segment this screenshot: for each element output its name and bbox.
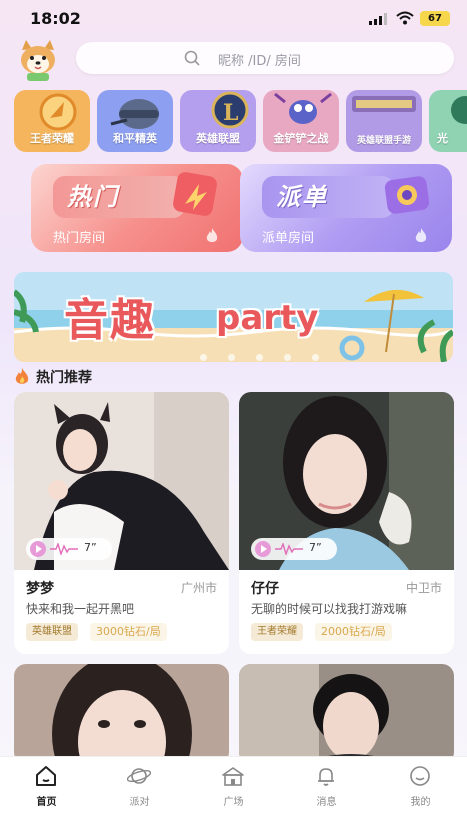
page-dot[interactable] <box>228 354 235 361</box>
smile-icon <box>410 766 430 786</box>
search-placeholder: 昵称 /ID/ 房间 <box>218 54 301 69</box>
voice-duration: 7” <box>309 541 322 554</box>
banner-title-cn: 音趣 <box>64 295 156 346</box>
banner-title-en: party <box>216 298 319 338</box>
voice-intro-button[interactable]: 7” <box>251 538 337 560</box>
dispatch-title: 派单 <box>262 176 394 218</box>
game-tile-guang[interactable]: 光 <box>429 90 467 152</box>
tab-label: 广场 <box>223 797 244 808</box>
profile-signature: 快来和我一起开黑吧 <box>26 602 135 616</box>
search-bar[interactable]: 昵称 /ID/ 房间 <box>76 42 454 74</box>
battery-icon: 67 <box>420 11 450 26</box>
banner-pagination <box>200 346 340 361</box>
status-bar: 18:02 67 <box>0 0 467 38</box>
profile-card[interactable] <box>14 664 229 764</box>
planet-icon <box>127 768 151 784</box>
profile-card[interactable]: 7” 梦梦 广州市 快来和我一起开黑吧 英雄联盟 3000钻石/局 <box>14 392 229 654</box>
play-icon <box>255 541 271 557</box>
profile-card[interactable]: 7” 仔仔 中卫市 无聊的时候可以找我打游戏嘛 王者荣耀 2000钻石/局 <box>239 392 454 654</box>
game-tile-lolm[interactable]: 英雄联盟手游 <box>346 90 422 152</box>
game-label: 英雄联盟 <box>196 132 240 145</box>
mascot-avatar[interactable] <box>14 40 62 82</box>
game-tag: 王者荣耀 <box>251 623 303 641</box>
game-tile-wzry[interactable]: 王者荣耀 <box>14 90 90 152</box>
bottom-tab-bar: 首页 派对 广场 消息 我的 <box>0 756 467 816</box>
home-icon <box>36 766 56 786</box>
play-icon <box>30 541 46 557</box>
fire-icon <box>15 368 29 384</box>
game-label: 金铲铲之战 <box>273 132 329 145</box>
tab-label: 消息 <box>316 797 337 808</box>
profile-city: 广州市 <box>180 581 217 595</box>
profile-photo <box>239 664 454 764</box>
camera-badge-icon <box>384 176 430 214</box>
bell-icon <box>318 768 334 786</box>
game-tile-jcc[interactable]: 金铲铲之战 <box>263 90 339 152</box>
game-label: 王者荣耀 <box>30 132 74 145</box>
page-dot[interactable] <box>284 354 291 361</box>
search-icon <box>184 50 200 66</box>
status-time: 18:02 <box>30 9 81 28</box>
tab-label: 派对 <box>129 797 150 808</box>
page-dot[interactable] <box>312 354 319 361</box>
hot-title: 热门 <box>53 176 185 218</box>
page-dot[interactable] <box>256 354 263 361</box>
game-category-row: 王者荣耀 和平精英 L 英雄联盟 金铲铲之战 英雄联盟手游 光 <box>14 90 467 156</box>
flame-icon <box>206 228 218 242</box>
tab-label: 我的 <box>410 797 431 808</box>
game-label: 光 <box>437 132 448 145</box>
profile-name: 梦梦 <box>26 581 54 597</box>
voice-duration: 7” <box>84 541 97 554</box>
price-tag: 2000钻石/局 <box>315 623 392 641</box>
hot-badge-icon <box>173 172 217 216</box>
tab-messages[interactable]: 消息 <box>280 757 373 816</box>
signal-icon <box>369 13 387 25</box>
waveform-icon <box>275 543 303 555</box>
profile-card[interactable] <box>239 664 454 764</box>
hot-rooms-card[interactable]: 热门 热门房间 <box>31 164 243 252</box>
game-label: 和平精英 <box>113 132 157 145</box>
tab-plaza[interactable]: 广场 <box>187 757 280 816</box>
game-tile-lol[interactable]: L 英雄联盟 <box>180 90 256 152</box>
tab-party[interactable]: 派对 <box>93 757 186 816</box>
wifi-icon <box>396 11 414 25</box>
game-tag: 英雄联盟 <box>26 623 78 641</box>
svg-text:L: L <box>223 100 238 126</box>
plaza-icon <box>222 767 244 786</box>
profile-name: 仔仔 <box>251 581 279 597</box>
section-title: 热门推荐 <box>36 370 92 386</box>
profile-city: 中卫市 <box>405 581 442 595</box>
dispatch-subtitle: 派单房间 <box>262 231 315 246</box>
game-label: 英雄联盟手游 <box>356 136 411 146</box>
flame-icon <box>415 228 427 242</box>
profile-signature: 无聊的时候可以找我打游戏嘛 <box>251 602 408 616</box>
promo-banner[interactable]: 音趣 party <box>14 272 453 362</box>
page-dot[interactable] <box>200 354 207 361</box>
tab-label: 首页 <box>36 797 57 808</box>
tab-profile[interactable]: 我的 <box>374 757 467 816</box>
profile-photo <box>14 664 229 764</box>
price-tag: 3000钻石/局 <box>90 623 167 641</box>
dispatch-rooms-card[interactable]: 派单 派单房间 <box>240 164 452 252</box>
hot-subtitle: 热门房间 <box>53 231 106 246</box>
tab-home[interactable]: 首页 <box>0 757 93 816</box>
waveform-icon <box>50 543 78 555</box>
game-tile-hpjy[interactable]: 和平精英 <box>97 90 173 152</box>
voice-intro-button[interactable]: 7” <box>26 538 112 560</box>
